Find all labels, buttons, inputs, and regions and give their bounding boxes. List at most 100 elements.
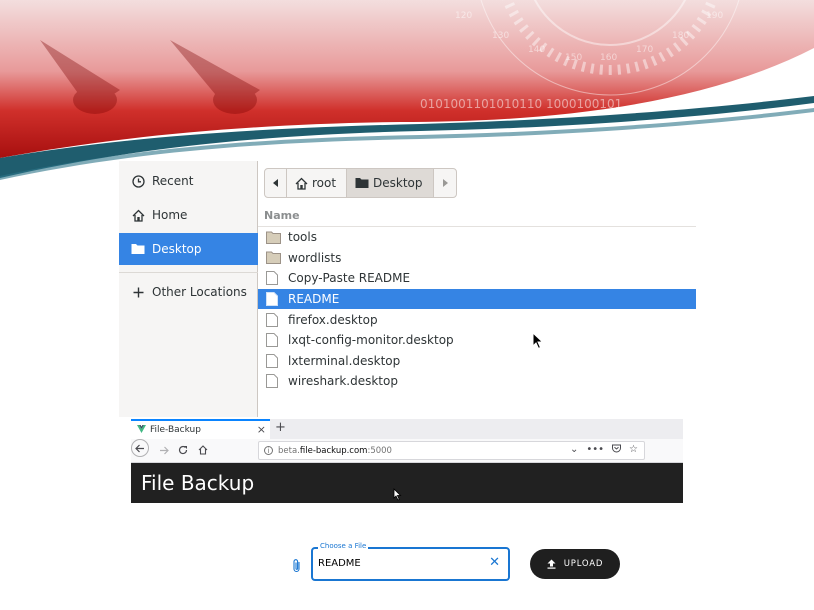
url-prefix: beta. <box>278 445 300 456</box>
arrow-right-icon <box>160 446 169 455</box>
reload-icon <box>178 445 188 455</box>
dial-number: 150 <box>565 53 582 63</box>
tab-file-backup[interactable]: File-Backup × <box>131 419 270 439</box>
address-bar-actions: ⌄ ••• ☆ <box>570 444 638 456</box>
navigation-toolbar: i beta. file-backup.com:5000 ⌄ ••• ☆ <box>131 439 683 463</box>
arrow-left-icon <box>135 444 144 452</box>
dial-number: 140 <box>528 45 545 55</box>
more-actions-icon[interactable]: ••• <box>586 444 604 456</box>
paperclip-icon <box>293 559 300 573</box>
file-input-value: README <box>318 558 361 569</box>
file-row-copy-paste-readme[interactable]: Copy-Paste README <box>258 268 696 289</box>
forward-button[interactable] <box>159 444 169 458</box>
file-row-readme[interactable]: README <box>258 288 696 310</box>
path-scroll-right-button[interactable] <box>434 169 456 197</box>
binary-text: 0101001101010110 1000100101 <box>420 97 622 111</box>
sidebar-item-label: Home <box>152 208 188 222</box>
home-icon <box>198 445 208 455</box>
file-name: lxqt-config-monitor.desktop <box>288 333 454 348</box>
file-icon <box>266 291 282 307</box>
url-host: file-backup.com <box>299 445 368 456</box>
browser-window: File-Backup × + i beta. file-backup.com:5… <box>131 419 683 610</box>
file-name: tools <box>288 230 317 245</box>
column-header-name[interactable]: Name <box>258 205 696 227</box>
places-sidebar: Recent Home Desktop Other Locations <box>119 161 258 417</box>
url-port: :5000 <box>367 445 392 456</box>
path-button-label: root <box>312 176 337 190</box>
file-icon <box>266 312 282 328</box>
back-button[interactable] <box>131 439 149 457</box>
file-icon <box>266 373 282 389</box>
dial-number: 180 <box>672 31 689 41</box>
file-row-lxqt-config-monitor-desktop[interactable]: lxqt-config-monitor.desktop <box>258 330 696 351</box>
path-scroll-left-button[interactable] <box>265 169 287 197</box>
app-header: File Backup <box>131 463 683 503</box>
file-name: wordlists <box>288 250 342 265</box>
sidebar-item-other-locations[interactable]: Other Locations <box>119 276 258 308</box>
tab-close-button[interactable]: × <box>257 423 266 436</box>
home-button[interactable] <box>198 444 208 458</box>
folder-icon <box>266 229 282 245</box>
file-name: lxterminal.desktop <box>288 353 401 368</box>
sidebar-divider <box>119 272 258 273</box>
new-tab-button[interactable]: + <box>275 420 286 435</box>
reload-button[interactable] <box>178 444 188 458</box>
dial-number: 120 <box>455 11 472 21</box>
folder-icon <box>266 250 282 266</box>
file-name: firefox.desktop <box>288 312 378 327</box>
file-input-label: Choose a File <box>318 542 369 550</box>
file-row-lxterminal-desktop[interactable]: lxterminal.desktop <box>258 351 696 372</box>
clear-icon[interactable]: ✕ <box>489 555 500 571</box>
path-button-label: Desktop <box>373 176 423 190</box>
home-icon <box>131 208 145 222</box>
plus-icon <box>131 285 145 299</box>
chevron-right-icon <box>443 179 448 187</box>
mouse-cursor-icon <box>532 332 544 350</box>
sidebar-item-label: Recent <box>152 174 194 188</box>
bookmark-star-icon[interactable]: ☆ <box>629 444 638 456</box>
file-name: Copy-Paste README <box>288 271 411 286</box>
folder-icon <box>355 177 369 189</box>
file-name: README <box>288 292 340 307</box>
path-button-root[interactable]: root <box>287 169 347 197</box>
sidebar-item-home[interactable]: Home <box>119 199 258 231</box>
file-row-wireshark-desktop[interactable]: wireshark.desktop <box>258 371 696 392</box>
file-icon <box>266 332 282 348</box>
sidebar-item-label: Desktop <box>152 242 202 256</box>
file-row-wordlists[interactable]: wordlists <box>258 248 696 269</box>
path-button-desktop[interactable]: Desktop <box>347 169 434 197</box>
home-icon <box>295 177 308 190</box>
tab-strip: File-Backup × + <box>131 419 683 439</box>
file-input[interactable]: Choose a File README ✕ <box>311 542 510 581</box>
address-bar[interactable]: i beta. file-backup.com:5000 ⌄ ••• ☆ <box>258 441 645 460</box>
upload-icon <box>547 559 556 569</box>
clock-icon <box>131 174 145 188</box>
mouse-cursor-icon <box>393 488 402 501</box>
chevron-left-icon <box>272 179 278 187</box>
file-icon <box>266 353 282 369</box>
header-banner: 120 130 140 150 160 170 180 190 01010011… <box>0 0 814 185</box>
info-icon[interactable]: i <box>264 446 273 455</box>
dial-number: 170 <box>636 45 653 55</box>
file-name: wireshark.desktop <box>288 374 398 389</box>
dial-number: 160 <box>600 53 617 63</box>
dial-number: 190 <box>706 11 723 21</box>
file-icon <box>266 270 282 286</box>
app-title: File Backup <box>141 471 255 495</box>
file-row-firefox-desktop[interactable]: firefox.desktop <box>258 309 696 330</box>
pocket-icon[interactable] <box>612 444 622 456</box>
upload-button[interactable]: UPLOAD <box>530 549 620 579</box>
upload-form: Choose a File README ✕ UPLOAD <box>131 503 683 610</box>
file-row-tools[interactable]: tools <box>258 227 696 248</box>
dial-number: 130 <box>492 31 509 41</box>
folder-icon <box>131 242 145 256</box>
sidebar-item-desktop[interactable]: Desktop <box>119 233 258 265</box>
chevron-down-icon[interactable]: ⌄ <box>570 444 578 456</box>
sidebar-item-recent[interactable]: Recent <box>119 165 258 197</box>
file-chooser-dialog: Recent Home Desktop Other Locations root… <box>119 161 696 417</box>
upload-label: UPLOAD <box>563 559 604 569</box>
path-bar: root Desktop <box>264 168 457 198</box>
vue-favicon-icon <box>137 424 146 436</box>
sidebar-item-label: Other Locations <box>152 285 247 299</box>
tab-title: File-Backup <box>150 425 201 435</box>
